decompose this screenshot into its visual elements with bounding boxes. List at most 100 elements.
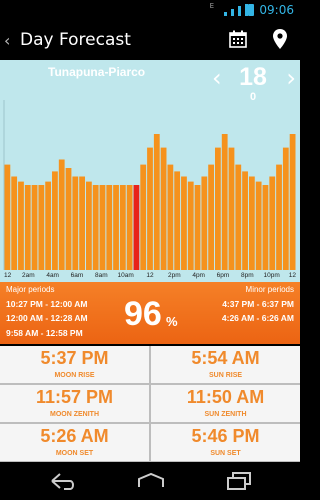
minor-period: 4:37 PM - 6:37 PM <box>222 299 294 309</box>
moon-phase-indicator: 0 <box>249 91 257 103</box>
x-tick-label: 6am <box>71 272 84 279</box>
x-tick-label: 2pm <box>168 272 181 279</box>
major-periods-title: Major periods <box>6 285 55 294</box>
activity-bar <box>248 176 255 270</box>
activity-bar <box>11 176 18 270</box>
sun-rise-label: SUN RISE <box>208 372 243 379</box>
day-number: 18 <box>239 63 267 91</box>
x-tick-label: 8am <box>95 272 108 279</box>
activity-bar <box>24 185 31 270</box>
x-tick-label: 6pm <box>217 272 230 279</box>
system-navigation-bar <box>0 462 300 500</box>
activity-bar <box>228 147 235 270</box>
activity-bar <box>187 181 194 270</box>
x-tick-label: 2am <box>22 272 35 279</box>
activity-bar <box>235 164 242 270</box>
activity-bar <box>140 164 147 270</box>
moon-set-time: 5:26 AM <box>40 426 109 446</box>
moon-zenith-time: 11:57 PM <box>35 387 114 407</box>
status-clock: 09:06 <box>259 3 294 17</box>
x-tick-label: 12 <box>4 272 12 279</box>
sun-zenith-cell: 11:50 AM SUN ZENITH <box>151 385 300 422</box>
activity-bar <box>52 171 58 270</box>
activity-bar <box>58 159 65 270</box>
activity-bar <box>269 176 276 270</box>
activity-bar <box>18 181 24 270</box>
activity-bar <box>255 181 262 270</box>
activity-bar <box>106 185 113 270</box>
activity-rating-unit: % <box>166 314 178 329</box>
activity-bar <box>99 185 106 270</box>
activity-bar <box>262 185 269 270</box>
activity-bar <box>147 147 153 270</box>
minor-period: 4:26 AM - 6:26 AM <box>221 313 294 323</box>
moon-rise-cell: 5:37 PM MOON RISE <box>0 346 149 383</box>
major-period: 10:27 PM - 12:00 AM <box>6 299 88 309</box>
x-tick-label: 4pm <box>192 272 205 279</box>
activity-bar <box>194 185 201 270</box>
page-title[interactable]: Day Forecast <box>20 30 131 50</box>
activity-bar <box>215 147 221 270</box>
calendar-icon[interactable] <box>229 30 247 48</box>
x-tick-label: 12 <box>146 272 154 279</box>
battery-icon <box>248 4 254 16</box>
activity-bar <box>31 185 38 270</box>
network-type: E <box>209 2 214 10</box>
activity-bar <box>242 171 248 270</box>
activity-bar <box>289 134 296 270</box>
recent-apps-icon[interactable] <box>224 471 254 491</box>
signal-icon <box>224 4 248 16</box>
activity-bar <box>85 181 92 270</box>
sun-moon-times: 5:37 PM MOON RISE 5:54 AM SUN RISE 11:57… <box>0 346 300 462</box>
x-tick-label: 10pm <box>264 272 280 279</box>
sun-set-cell: 5:46 PM SUN SET <box>151 424 300 461</box>
activity-bar <box>167 164 174 270</box>
activity-rating: 96 <box>124 295 162 333</box>
back-icon[interactable] <box>48 471 78 491</box>
x-tick-label: 4am <box>46 272 59 279</box>
activity-bar <box>153 134 160 270</box>
activity-bar <box>45 181 52 270</box>
periods-banner: Major periods 10:27 PM - 12:00 AM 12:00 … <box>0 282 300 344</box>
location-name: Tunapuna-Piarco <box>48 65 146 79</box>
activity-bar <box>72 176 79 270</box>
activity-bar <box>79 176 85 270</box>
activity-bar <box>221 134 228 270</box>
next-day-button[interactable]: › <box>286 64 296 92</box>
sun-rise-cell: 5:54 AM SUN RISE <box>151 346 300 383</box>
moon-set-label: MOON SET <box>55 450 94 457</box>
activity-bar <box>160 147 167 270</box>
moon-zenith-cell: 11:57 PM MOON ZENITH <box>0 385 149 422</box>
activity-bar <box>65 168 72 270</box>
up-navigation-icon[interactable]: ‹ <box>4 31 10 50</box>
activity-bar <box>181 176 187 270</box>
sun-zenith-time: 11:50 AM <box>186 387 265 407</box>
activity-bar <box>201 176 208 270</box>
x-tick-label: 8pm <box>241 272 254 279</box>
activity-bar <box>174 171 181 270</box>
sun-rise-time: 5:54 AM <box>191 348 260 368</box>
major-period: 12:00 AM - 12:28 AM <box>6 313 88 323</box>
date-navigator: ‹ 18 0 › <box>210 63 296 104</box>
moon-zenith-label: MOON ZENITH <box>50 411 99 418</box>
activity-bar <box>4 164 11 270</box>
moon-rise-time: 5:37 PM <box>40 348 109 368</box>
activity-bar <box>208 164 215 270</box>
location-pin-icon[interactable] <box>273 29 287 49</box>
current-hour-bar <box>133 185 140 270</box>
activity-bar <box>126 185 133 270</box>
sun-set-label: SUN SET <box>210 450 241 457</box>
x-tick-label: 12 <box>289 272 297 279</box>
home-icon[interactable] <box>136 471 166 491</box>
activity-bar <box>119 185 126 270</box>
sun-set-time: 5:46 PM <box>191 426 260 446</box>
status-bar: E 09:06 <box>0 0 300 20</box>
activity-chart-panel: 12 2am 4am 6am 8am 10am 12 2pm 4pm 6pm 8pm 10pm 12 T… <box>0 60 300 282</box>
x-tick-label: 10am <box>118 272 134 279</box>
activity-bar <box>92 185 99 270</box>
moon-set-cell: 5:26 AM MOON SET <box>0 424 149 461</box>
minor-periods-title: Minor periods <box>245 285 294 294</box>
previous-day-button[interactable]: ‹ <box>212 64 222 92</box>
sun-zenith-label: SUN ZENITH <box>204 411 247 418</box>
activity-bar <box>113 185 119 270</box>
